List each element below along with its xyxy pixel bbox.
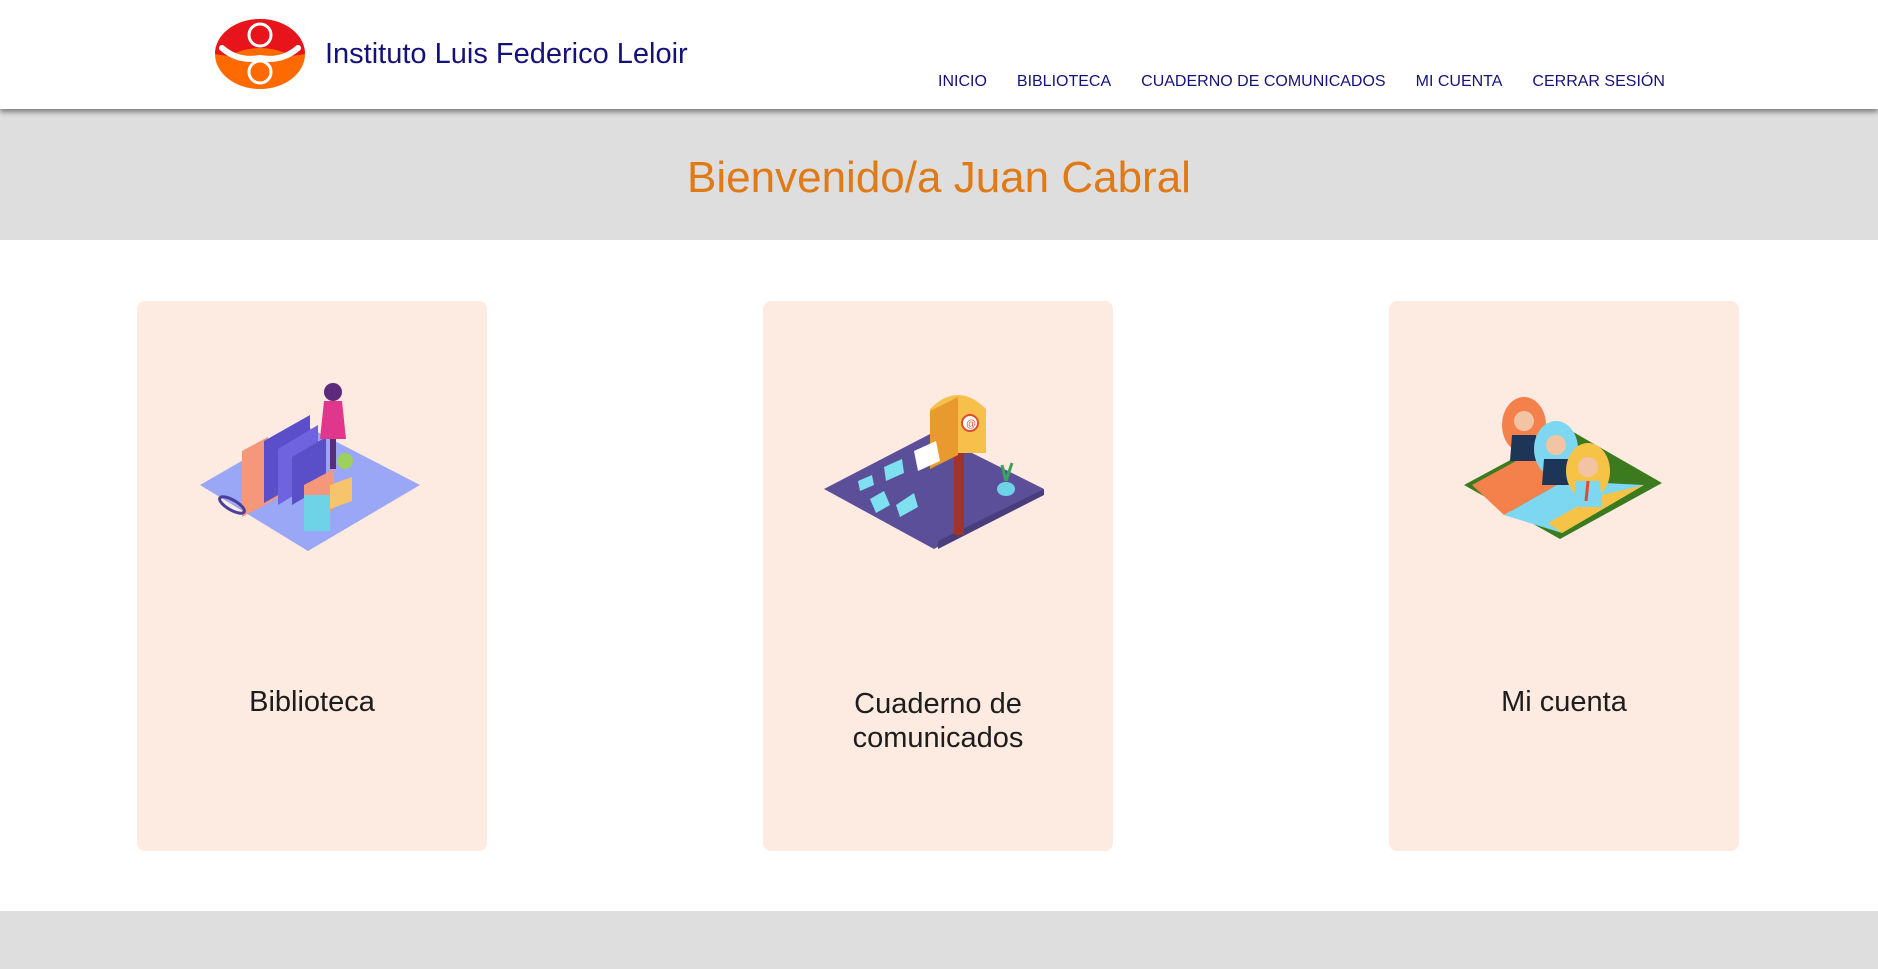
brand-name: Instituto Luis Federico Leloir [325, 38, 688, 70]
welcome-title: Bienvenido/a Juan Cabral [687, 152, 1191, 202]
nav-link-biblioteca[interactable]: BIBLIOTECA [1017, 73, 1111, 91]
card-cuaderno-de-comunicados[interactable]: @ Cuaderno de comunicados [763, 301, 1113, 851]
nav-link-mi-cuenta[interactable]: MI CUENTA [1416, 73, 1503, 91]
library-illustration-icon [200, 383, 420, 551]
nav-link-cerrar-sesion[interactable]: CERRAR SESIÓN [1532, 73, 1664, 91]
mailbox-illustration-icon: @ [824, 395, 1044, 549]
account-people-illustration-icon [1464, 397, 1662, 539]
card-label: Cuaderno de comunicados [852, 688, 1024, 754]
card-biblioteca[interactable]: Biblioteca [137, 301, 487, 851]
card-label: Biblioteca [249, 686, 375, 718]
footer-band [0, 911, 1878, 969]
svg-text:@: @ [966, 419, 976, 430]
nav-link-cuaderno-de-comunicados[interactable]: CUADERNO DE COMUNICADOS [1141, 73, 1385, 91]
top-navbar: Instituto Luis Federico Leloir INICIO BI… [0, 0, 1878, 109]
card-label: Mi cuenta [1501, 686, 1627, 718]
brand[interactable]: Instituto Luis Federico Leloir [214, 18, 688, 91]
institute-logo-icon [215, 19, 305, 89]
card-mi-cuenta[interactable]: Mi cuenta [1389, 301, 1739, 851]
main-nav: INICIO BIBLIOTECA CUADERNO DE COMUNICADO… [938, 73, 1695, 91]
welcome-banner: Bienvenido/a Juan Cabral [0, 109, 1878, 240]
dashboard-cards: Biblioteca @ Cuaderno de comunicados Mi … [0, 301, 1878, 851]
nav-link-inicio[interactable]: INICIO [938, 73, 987, 91]
